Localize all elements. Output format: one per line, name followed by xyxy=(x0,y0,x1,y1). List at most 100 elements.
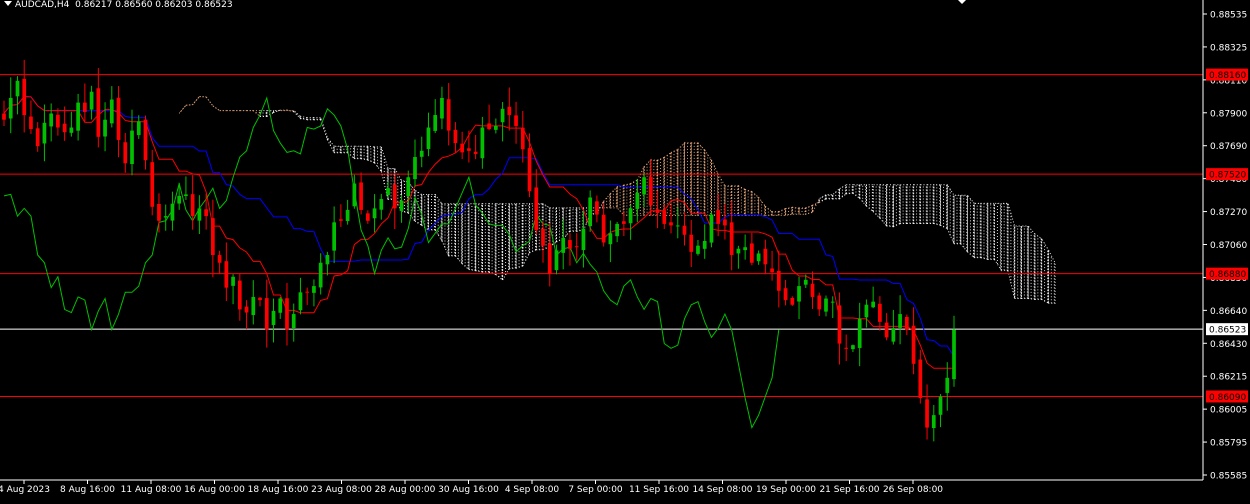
price-tick-label: 0.86430 xyxy=(1210,340,1247,350)
time-tick-label: 23 Aug 08:00 xyxy=(311,485,372,495)
candle-body xyxy=(656,209,660,213)
chart-area[interactable]: 0.885350.883250.881100.879000.876900.874… xyxy=(0,0,1250,500)
candle-body xyxy=(204,209,208,216)
candle-body xyxy=(763,249,767,264)
candle-body xyxy=(514,115,518,126)
candle-body xyxy=(730,222,734,255)
candle-body xyxy=(22,79,26,115)
candle-body xyxy=(932,415,936,428)
symbol-name: AUDCAD,H4 xyxy=(15,0,69,10)
candle-body xyxy=(272,311,276,325)
candle-body xyxy=(373,208,377,218)
candle-body xyxy=(339,219,343,220)
candle-body xyxy=(231,277,235,286)
candle-body xyxy=(952,330,956,379)
candle-body xyxy=(817,295,821,309)
candle-body xyxy=(804,280,808,285)
candle-body xyxy=(312,286,316,293)
candle-body xyxy=(501,109,505,122)
candle-body xyxy=(615,224,619,236)
time-tick-label: 28 Aug 00:00 xyxy=(375,485,436,495)
candle-body xyxy=(157,204,161,221)
time-tick-label: 19 Sep 00:00 xyxy=(756,485,816,495)
candle-body xyxy=(292,314,296,328)
candle-body xyxy=(16,81,20,96)
candle-body xyxy=(36,128,40,146)
candle-body xyxy=(63,124,67,133)
candle-body xyxy=(629,208,633,223)
level-label: 0.87520 xyxy=(1209,171,1246,181)
candle-body xyxy=(939,396,943,414)
time-tick-label: 26 Sep 08:00 xyxy=(883,485,943,495)
candle-body xyxy=(588,197,592,226)
candle-body xyxy=(743,247,747,250)
candle-body xyxy=(218,255,222,263)
candle-body xyxy=(9,98,13,119)
time-tick-label: 8 Aug 16:00 xyxy=(60,485,115,495)
candle-body xyxy=(177,196,181,204)
price-tick-label: 0.86005 xyxy=(1210,406,1247,416)
candle-body xyxy=(945,378,949,393)
candle-body xyxy=(885,323,889,338)
candle-body xyxy=(285,298,289,329)
candle-body xyxy=(716,210,720,224)
candle-body xyxy=(582,229,586,250)
candle-body xyxy=(379,199,383,210)
candle-body xyxy=(238,281,242,310)
candle-body xyxy=(487,123,491,129)
candle-body xyxy=(777,271,781,291)
candle-body xyxy=(858,319,862,348)
candle-body xyxy=(83,103,87,112)
candle-body xyxy=(211,218,215,255)
candle-body xyxy=(76,103,80,131)
candle-body xyxy=(413,157,417,179)
candle-body xyxy=(29,117,33,129)
candle-body xyxy=(676,225,680,226)
candle-body xyxy=(831,302,835,303)
candle-body xyxy=(528,148,532,191)
candle-body xyxy=(447,99,451,130)
time-tick-label: 16 Aug 00:00 xyxy=(184,485,245,495)
ohlc-values: 0.86217 0.86560 0.86203 0.86523 xyxy=(75,0,232,10)
price-tick-label: 0.87060 xyxy=(1210,241,1247,251)
price-chart-svg[interactable]: 0.885350.883250.881100.879000.876900.874… xyxy=(0,0,1250,500)
symbol-header: AUDCAD,H4 0.86217 0.86560 0.86203 0.8652… xyxy=(4,0,233,10)
candle-body xyxy=(427,128,431,150)
candle-body xyxy=(609,233,613,244)
price-tick-label: 0.85795 xyxy=(1210,439,1247,449)
candle-body xyxy=(164,216,168,217)
candle-body xyxy=(366,213,370,220)
time-tick-label: 11 Sep 16:00 xyxy=(629,485,689,495)
price-tick-label: 0.87270 xyxy=(1210,208,1247,218)
candle-body xyxy=(460,144,464,153)
candle-body xyxy=(757,253,761,261)
candle-body xyxy=(541,229,545,246)
candle-body xyxy=(299,292,303,310)
candle-body xyxy=(56,115,60,128)
candle xyxy=(710,212,714,248)
candle-body xyxy=(710,215,714,243)
candle-body xyxy=(454,130,458,143)
candle-body xyxy=(871,302,875,308)
candle-body xyxy=(797,286,801,301)
candle-body xyxy=(332,222,336,250)
candle-body xyxy=(811,284,815,297)
candle-body xyxy=(662,210,666,224)
dropdown-triangle-icon[interactable] xyxy=(4,1,12,6)
candle-body xyxy=(925,399,929,427)
candle-body xyxy=(548,244,552,274)
level-label: 0.88160 xyxy=(1209,71,1246,81)
time-tick-label: 4 Sep 08:00 xyxy=(505,485,560,495)
candle-body xyxy=(305,292,309,293)
candle-body xyxy=(602,215,606,243)
candle-body xyxy=(70,128,74,133)
candle-body xyxy=(420,151,424,157)
price-tick-label: 0.86640 xyxy=(1210,307,1247,317)
candle-body xyxy=(534,187,538,230)
candle-body xyxy=(784,288,788,300)
candle-body xyxy=(723,219,727,225)
candle-body xyxy=(43,123,47,144)
candle-body xyxy=(851,345,855,349)
candle-body xyxy=(103,120,107,137)
price-tick-label: 0.87690 xyxy=(1210,142,1247,152)
